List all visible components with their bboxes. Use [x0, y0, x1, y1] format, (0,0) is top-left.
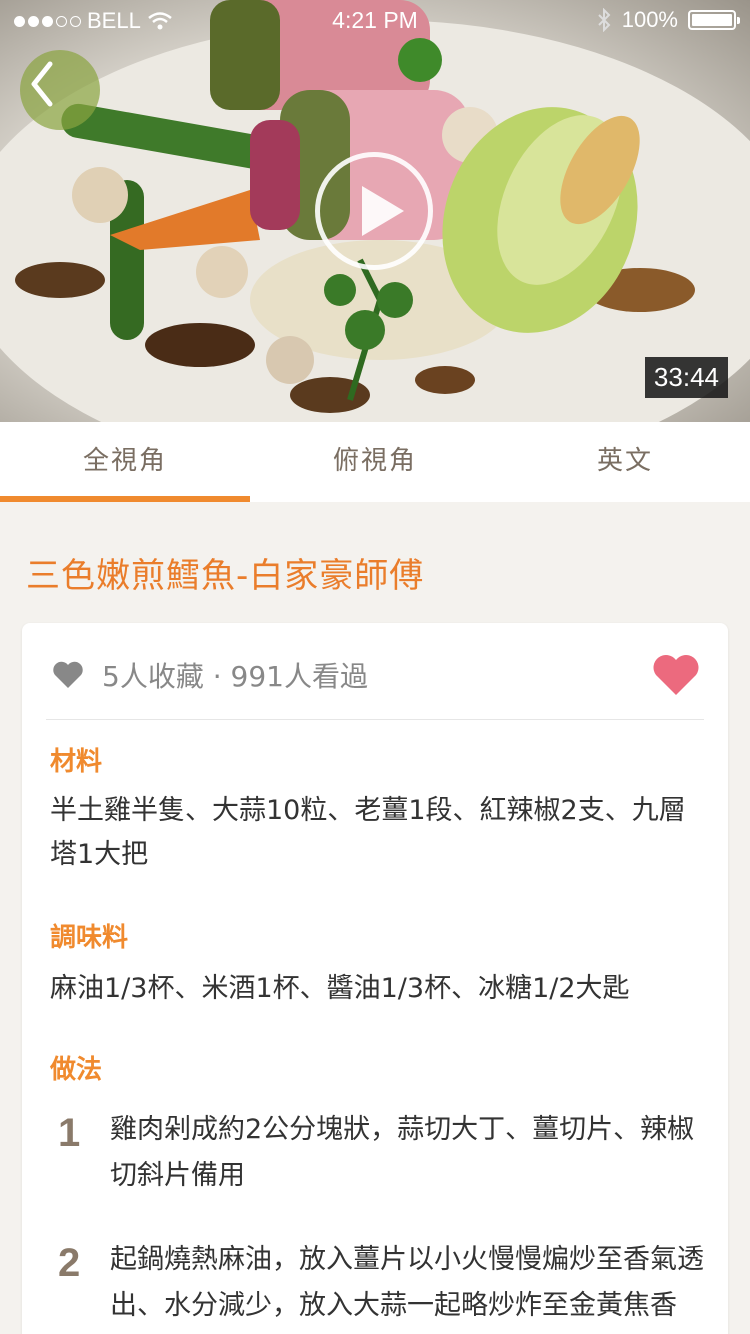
step-number: 1 [58, 1111, 81, 1155]
back-button[interactable] [24, 56, 68, 112]
method-heading: 做法 [50, 1055, 103, 1085]
step-number: 2 [58, 1241, 81, 1285]
bluetooth-icon [598, 8, 611, 32]
recipe-card: 5人收藏 · 991人看過 材料 半土雞半隻、大蒜10粒、老薑1段、紅辣椒2支、… [22, 623, 728, 1334]
tab-full-view[interactable]: 全視角 [0, 422, 250, 502]
heart-filled-icon [653, 655, 699, 695]
tab-english[interactable]: 英文 [500, 422, 750, 502]
ingredients-text: 半土雞半隻、大蒜10粒、老薑1段、紅辣椒2支、九層塔1大把 [50, 795, 686, 870]
video-player[interactable]: BELL 4:21 PM 100% 33:44 [0, 0, 750, 422]
tab-top-view[interactable]: 俯視角 [250, 422, 500, 502]
play-button[interactable] [315, 152, 433, 270]
play-icon [362, 186, 404, 236]
step-text: 起鍋燒熱麻油，放入薑片以小火慢慢煸炒至香氣透出、水分減少，放入大蒜一起略炒炸至金… [110, 1244, 704, 1321]
view-tabs: 全視角 俯視角 英文 [0, 422, 750, 502]
ingredients-heading: 材料 [50, 747, 103, 777]
step-text: 雞肉剁成約2公分塊狀，蒜切大丁、薑切片、辣椒切斜片備用 [110, 1114, 695, 1191]
battery-percent: 100% [621, 7, 678, 32]
seasoning-heading: 調味料 [50, 923, 129, 953]
divider [46, 719, 704, 720]
recipe-stats: 5人收藏 · 991人看過 [52, 655, 368, 695]
recipe-title: 三色嫩煎鱈魚-白家豪師傅 [26, 556, 425, 596]
seasoning-text: 麻油1/3杯、米酒1杯、醬油1/3杯、冰糖1/2大匙 [50, 973, 630, 1004]
status-bar: BELL 4:21 PM 100% [0, 0, 750, 40]
chevron-left-icon [31, 61, 53, 107]
battery-icon [688, 10, 740, 30]
stats-text: 5人收藏 · 991人看過 [102, 660, 368, 693]
heart-icon [53, 661, 83, 688]
status-right: 100% [596, 7, 740, 33]
video-duration: 33:44 [644, 357, 728, 398]
favorite-button[interactable] [652, 653, 700, 697]
